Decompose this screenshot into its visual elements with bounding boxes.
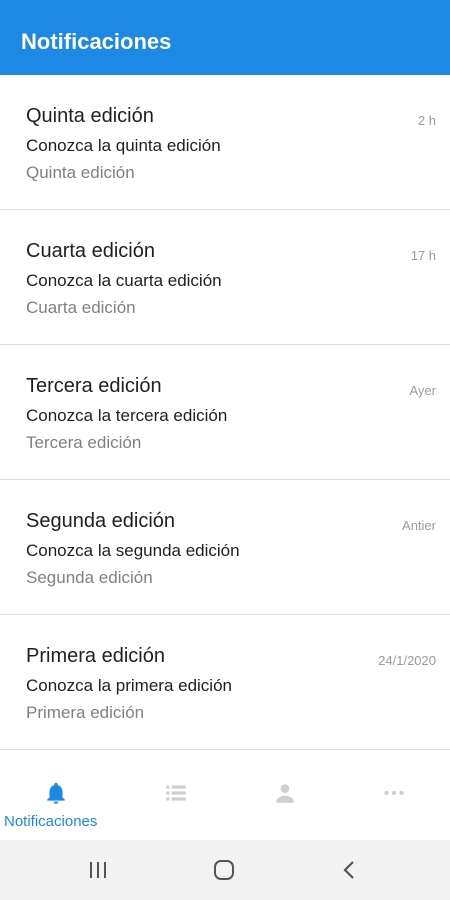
tab-more[interactable] [338,766,450,840]
notification-item[interactable]: Quinta edición Conozca la quinta edición… [0,75,450,210]
tab-notifications[interactable]: Notificaciones [0,766,112,840]
notification-subtitle: Conozca la segunda edición [26,541,240,560]
notification-subtitle: Conozca la quinta edición [26,136,221,155]
more-icon [384,790,404,796]
system-navigation-bar [0,840,450,900]
notification-time: 2 h [417,113,436,128]
notification-subtitle: Conozca la tercera edición [26,406,228,425]
notification-title: Tercera edición [26,375,162,397]
notification-item[interactable]: Segunda edición Conozca la segunda edici… [0,480,450,615]
notification-title: Primera edición [26,645,165,667]
tab-profile[interactable] [229,766,341,840]
notification-subtitle: Conozca la primera edición [26,676,232,695]
notification-caption: Primera edición [26,703,145,722]
person-icon [276,784,294,803]
bell-icon [47,782,65,804]
notification-item[interactable]: Tercera edición Conozca la tercera edici… [0,345,450,480]
notification-title: Cuarta edición [26,240,155,262]
notification-time: 24/1/2020 [378,653,436,668]
notification-subtitle: Conozca la cuarta edición [26,271,222,290]
home-icon[interactable] [208,854,240,886]
page-title: Notificaciones [21,28,172,54]
notification-time: Ayer [409,383,437,398]
notification-caption: Tercera edición [26,433,142,452]
tab-list[interactable] [120,766,232,840]
notification-caption: Cuarta edición [26,298,136,317]
notification-time: Antier [402,518,436,533]
notification-caption: Quinta edición [26,163,135,182]
notification-title: Segunda edición [26,510,176,532]
notification-item[interactable]: Cuarta edición Conozca la cuarta edición… [0,210,450,345]
recent-apps-icon[interactable] [82,854,114,886]
tab-label: Notificaciones [4,813,98,830]
list-icon [166,785,186,801]
notification-list: Quinta edición Conozca la quinta edición… [0,75,450,750]
notification-time: 17 h [410,248,436,263]
back-icon[interactable] [334,854,366,886]
bottom-navigation: Notificaciones [0,766,450,840]
notification-caption: Segunda edición [26,568,153,587]
notification-item[interactable]: Primera edición Conozca la primera edici… [0,615,450,750]
app-bar: Notificaciones [0,0,450,75]
notification-title: Quinta edición [26,105,154,127]
